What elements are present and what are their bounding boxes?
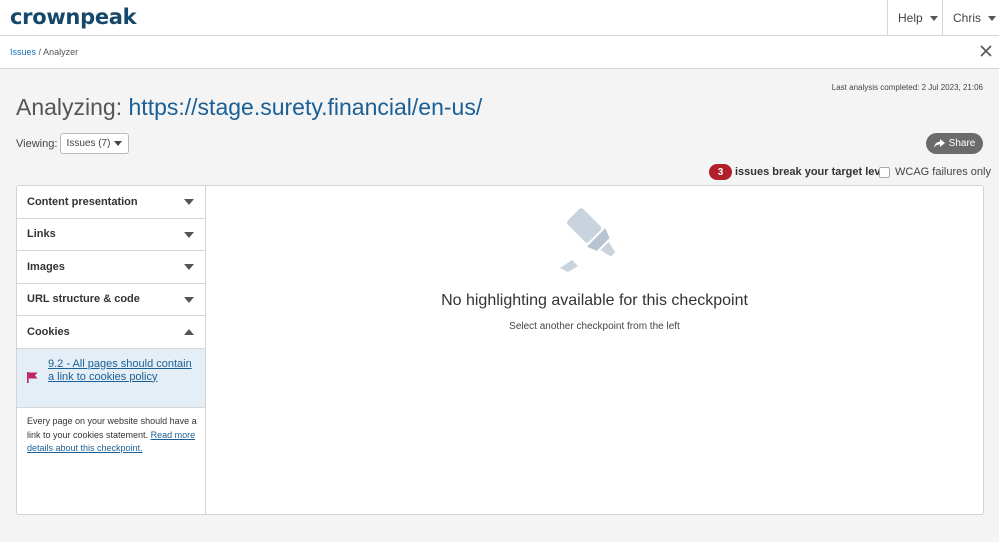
flag-icon [27,371,38,383]
sidebar-item-label: URL structure & code [27,293,140,306]
sidebar-item-content-presentation[interactable]: Content presentation [17,186,205,219]
chevron-down-icon [184,264,194,270]
issues-summary-text: issues break your target level [735,166,890,178]
analyzed-url: https://stage.surety.financial/en-us/ [128,94,483,120]
sidebar-item-cookies[interactable]: Cookies [17,316,205,349]
chevron-down-icon [114,141,123,146]
user-menu[interactable]: Chris [942,0,999,36]
sidebar-item-label: Cookies [27,325,70,338]
chevron-down-icon [184,296,194,303]
breadcrumb-bar: Issues / Analyzer [0,36,999,69]
help-menu[interactable]: Help [887,0,943,36]
top-bar: crownpeak Help Chris [0,0,999,36]
empty-state-subtitle: Select another checkpoint from the left [509,321,680,332]
issues-count-badge: 3 [709,164,732,180]
sidebar-item-label: Content presentation [27,195,138,208]
help-label: Help [898,11,923,25]
page-title-prefix: Analyzing: [16,94,129,120]
highlighter-icon [560,208,616,272]
breadcrumb: Issues / Analyzer [10,47,78,57]
viewing-label: Viewing: [16,138,58,150]
sidebar-item-images[interactable]: Images [17,251,205,284]
checkpoint-sidebar: Content presentation Links Images URL st… [16,185,206,515]
share-label: Share [948,138,976,149]
breadcrumb-issues-link[interactable]: Issues [10,47,36,57]
checkpoint-link[interactable]: 9.2 - All pages should contain a link to… [48,358,193,384]
last-analysis-timestamp: Last analysis completed: 2 Jul 2023, 21:… [831,83,983,92]
close-icon[interactable] [979,44,993,58]
checkpoint-item[interactable]: 9.2 - All pages should contain a link to… [17,348,205,408]
crownpeak-logo[interactable]: crownpeak [10,5,137,29]
share-icon [933,139,945,148]
wcag-failures-label[interactable]: WCAG failures only [895,166,991,178]
user-label: Chris [953,11,982,25]
share-button[interactable]: Share [926,133,983,154]
empty-state-title: No highlighting available for this check… [441,292,748,309]
chevron-down-icon [929,15,938,21]
sidebar-item-url-structure[interactable]: URL structure & code [17,284,205,316]
highlight-panel: No highlighting available for this check… [205,185,984,515]
chevron-up-icon [184,329,194,335]
chevron-down-icon [988,15,997,21]
sidebar-item-label: Links [27,228,56,241]
chevron-down-icon [184,231,194,238]
chevron-down-icon [184,199,194,205]
breadcrumb-current: Analyzer [43,47,79,57]
sidebar-item-links[interactable]: Links [17,219,205,251]
viewing-dropdown[interactable]: Issues (7) [60,133,129,154]
sidebar-item-label: Images [27,260,65,273]
logo-text: crownpeak [10,5,137,29]
wcag-failures-checkbox[interactable] [879,167,890,178]
checkpoint-description: Every page on your website should have a… [27,415,199,456]
viewing-selected: Issues (7) [66,138,111,149]
page-title: Analyzing: https://stage.surety.financia… [16,94,482,121]
